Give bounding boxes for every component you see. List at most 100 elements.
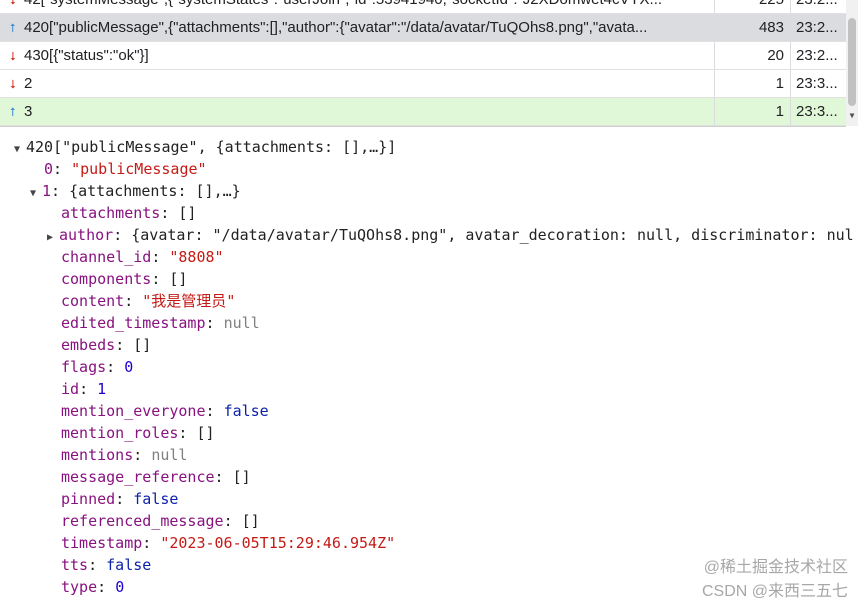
prop-key: mention_roles [61,424,179,442]
arrow-down-icon: ⭣ [10,0,16,7]
frame-length: 225 [714,0,790,13]
prop-flags: flags: 0 [61,358,134,376]
prop-referenced-message: referenced_message: [] [61,512,260,530]
prop-value: 0 [115,578,125,596]
frame-row[interactable]: ⭣ 2 1 23:3... [0,70,846,98]
prop-key: attachments [61,204,161,222]
prop-tts: tts: false [61,556,152,574]
frame-length: 1 [714,70,790,97]
prop-key: id [61,380,80,398]
prop-author[interactable]: ▶ author: {avatar: "/data/avatar/TuQOhs8.… [47,224,854,246]
frame-data: 420["publicMessage",{"attachments":[],"a… [24,19,648,36]
prop-key: referenced_message [61,512,224,530]
prop-value: 1 [97,380,107,398]
prop-value: 0 [124,358,134,376]
prop-key: channel_id [61,248,152,266]
frame-time: 23:3... [790,70,846,97]
prop-key: embeds [61,336,116,354]
scroll-down-arrow-icon[interactable]: ▼ [846,110,858,122]
prop-edited-timestamp: edited_timestamp: null [61,314,260,332]
prop-value: false [133,490,179,508]
prop-key: mentions [61,446,134,464]
frame-row-selected[interactable]: ⭡ 420["publicMessage",{"attachments":[],"… [0,14,846,42]
prop-value: [] [196,424,215,442]
prop-key: mention_everyone [61,402,206,420]
prop-value: null [223,314,260,332]
tree-item-value: {attachments: [],…} [69,182,241,200]
tree-item-index: 0 [44,160,54,178]
prop-timestamp: timestamp: "2023-06-05T15:29:46.954Z" [61,534,396,552]
expand-triangle-closed-icon[interactable]: ▶ [47,227,59,249]
prop-components: components: [] [61,270,188,288]
frame-data: 2 [24,75,33,92]
prop-key: components [61,270,152,288]
arrow-down-icon: ⭣ [10,77,16,91]
prop-mention-roles: mention_roles: [] [61,424,215,442]
tree-item-1[interactable]: ▼ 1: {attachments: [],…} [30,180,241,202]
frame-data-cell: ⭡ 3 [0,98,714,125]
frame-time: 23:3... [790,98,846,125]
prop-key: content [61,292,125,310]
frame-length: 1 [714,98,790,125]
arrow-down-icon: ⭣ [10,49,16,63]
frame-data-cell: ⭣ 2 [0,70,714,97]
prop-value: "我是管理员" [142,292,236,310]
watermark: @稀土掘金技术社区 CSDN @来西三五七 [702,553,848,601]
tree-root[interactable]: ▼ 420["publicMessage", {attachments: [],…… [14,136,396,158]
prop-value: "2023-06-05T15:29:46.954Z" [160,534,396,552]
prop-content: content: "我是管理员" [61,292,236,310]
prop-value: "8808" [169,248,224,266]
prop-value: null [151,446,188,464]
prop-key: message_reference [61,468,215,486]
prop-key: type [61,578,98,596]
prop-attachments: attachments: [] [61,204,197,222]
frame-data: 430[{"status":"ok"}] [24,47,149,64]
frame-time: 23:2... [790,0,846,13]
prop-channel-id: channel_id: "8808" [61,248,224,266]
frame-length: 20 [714,42,790,69]
frame-data: 3 [24,103,33,120]
watermark-line-2: CSDN @来西三五七 [701,583,848,600]
prop-mention-everyone: mention_everyone: false [61,402,269,420]
prop-value: [] [133,336,152,354]
tree-item-value: "publicMessage" [71,160,207,178]
prop-key: author [59,226,114,244]
prop-id: id: 1 [61,380,107,398]
frame-data-cell: ⭣ 42["systemMessage",{"systemStates":"use… [0,0,714,13]
frame-data-cell: ⭡ 420["publicMessage",{"attachments":[],"… [0,14,714,41]
frame-time: 23:2... [790,14,846,41]
prop-value: [] [232,468,251,486]
arrow-up-icon: ⭡ [10,105,16,119]
frame-data-cell: ⭣ 430[{"status":"ok"}] [0,42,714,69]
expand-triangle-open-icon[interactable]: ▼ [30,183,42,205]
frame-time: 23:2... [790,42,846,69]
frames-scrollbar-thumb[interactable] [848,18,856,106]
tree-item-0: 0: "publicMessage" [44,160,207,178]
watermark-line-1: @稀土掘金技术社区 [703,559,848,576]
prop-message-reference: message_reference: [] [61,468,251,486]
prop-pinned: pinned: false [61,490,179,508]
expand-triangle-open-icon[interactable]: ▼ [14,139,26,161]
prop-value: [] [241,512,260,530]
prop-value: false [223,402,269,420]
frame-row-highlighted[interactable]: ⭡ 3 1 23:3... [0,98,846,126]
prop-value: false [106,556,152,574]
prop-type: type: 0 [61,578,125,596]
prop-key: flags [61,358,107,376]
prop-value: {avatar: "/data/avatar/TuQOhs8.png", ava… [131,226,854,244]
frame-row[interactable]: ⭣ 430[{"status":"ok"}] 20 23:2... [0,42,846,70]
prop-key: edited_timestamp [61,314,206,332]
prop-key: timestamp [61,534,143,552]
websocket-frames-table: ⭣ 42["systemMessage",{"systemStates":"use… [0,0,846,127]
prop-mentions: mentions: null [61,446,188,464]
prop-key: pinned [61,490,116,508]
tree-root-label: 420["publicMessage", {attachments: [],…}… [26,138,397,156]
tree-item-index: 1 [42,182,52,200]
frame-row[interactable]: ⭣ 42["systemMessage",{"systemStates":"use… [0,0,846,14]
prop-key: tts [61,556,89,574]
frame-data: 42["systemMessage",{"systemStates":"user… [24,0,662,8]
frame-length: 483 [714,14,790,41]
prop-value: [] [178,204,197,222]
prop-embeds: embeds: [] [61,336,152,354]
arrow-up-icon: ⭡ [10,21,16,35]
